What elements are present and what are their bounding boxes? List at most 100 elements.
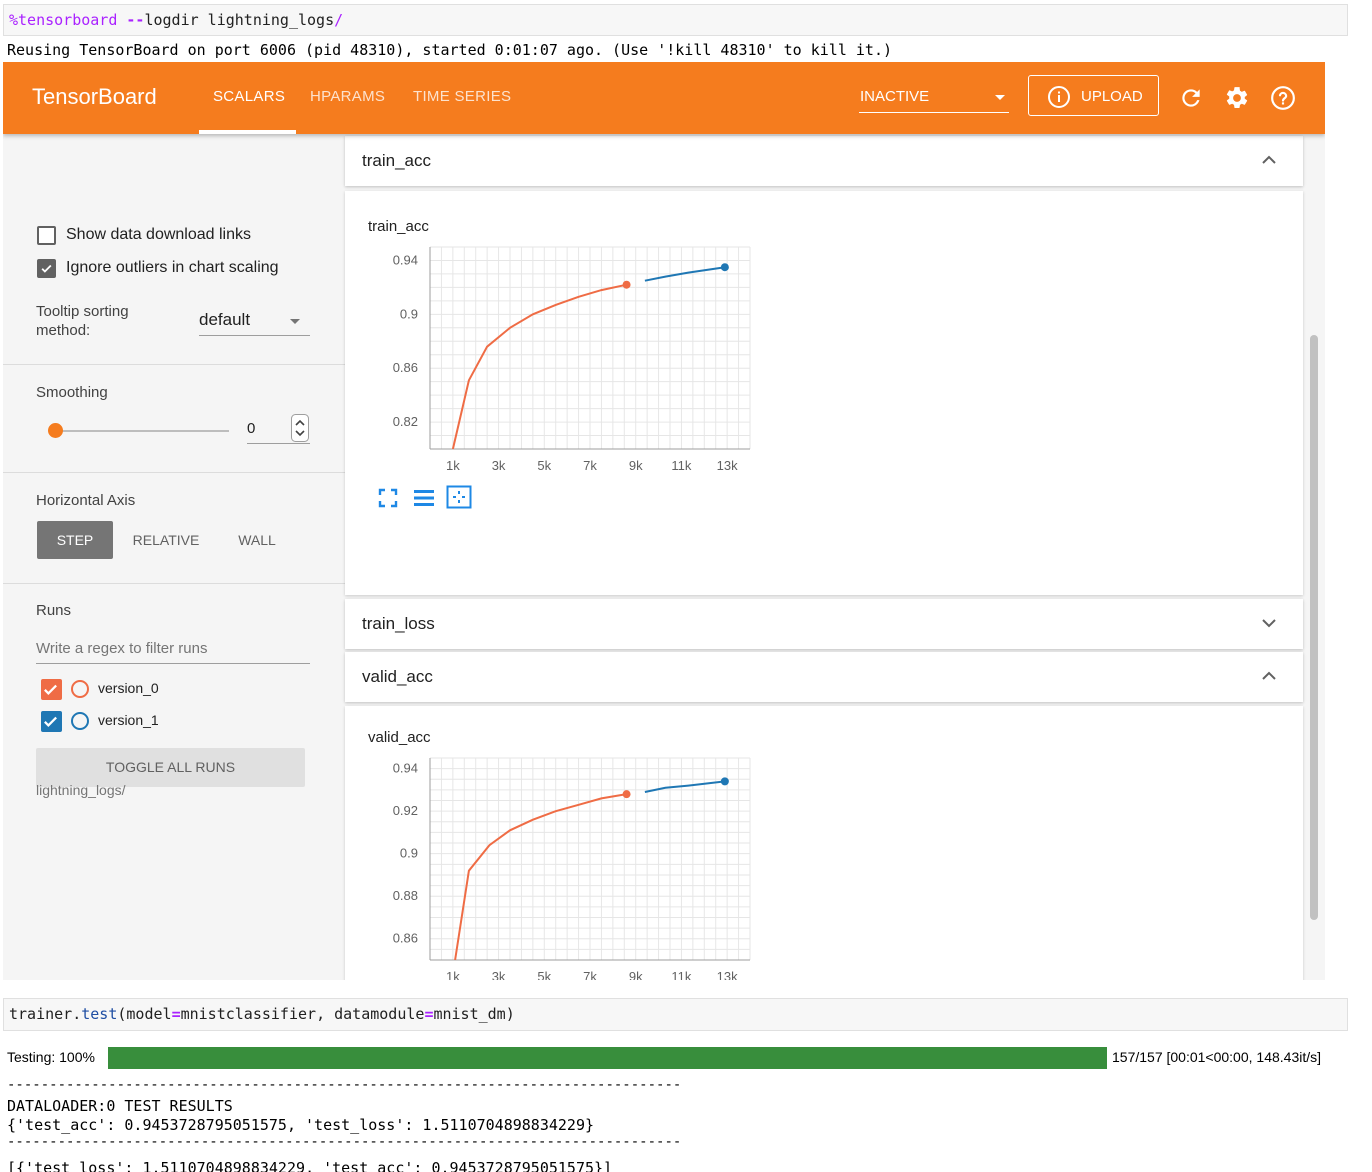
- tensorboard-frame: TensorBoard SCALARS HPARAMS TIME SERIES …: [3, 62, 1325, 980]
- axis-step-button[interactable]: STEP: [37, 521, 113, 559]
- testing-progress-stats: 157/157 [00:01<00:00, 148.43it/s]: [1112, 1049, 1322, 1065]
- code-kwarg-model: model: [126, 1005, 172, 1023]
- results-dict: {'test_acc': 0.9453728795051575, 'test_l…: [7, 1116, 594, 1134]
- chart-train-acc[interactable]: 1k 3k 5k 7k 9k 11k 13k 0.82 0.86 0.9 0.94: [375, 243, 765, 483]
- card-header-valid-acc[interactable]: valid_acc: [345, 652, 1303, 702]
- tab-scalars[interactable]: SCALARS: [213, 88, 285, 105]
- x-tick-label: 13k: [717, 458, 738, 473]
- command-args: logdir lightning_logs: [144, 11, 335, 29]
- sidebar-divider: [3, 472, 345, 473]
- fit-domain-icon[interactable]: [446, 485, 472, 509]
- run-color-swatch-version-0[interactable]: [71, 680, 89, 698]
- code-kwarg-datamodule: datamodule: [334, 1005, 425, 1023]
- inactive-plugins-select[interactable]: INACTIVE: [859, 86, 1009, 113]
- help-icon[interactable]: [1270, 85, 1296, 111]
- refresh-icon[interactable]: [1178, 85, 1204, 111]
- chevron-down-icon[interactable]: [1261, 617, 1277, 629]
- run-name-version-0: version_0: [98, 680, 159, 696]
- code-cell-trainer-test[interactable]: trainer.test(model=mnistclassifier, data…: [3, 998, 1348, 1031]
- results-list: [{'test_loss': 1.5110704898834229, 'test…: [7, 1159, 613, 1172]
- chevron-up-icon[interactable]: [1261, 670, 1277, 682]
- magic-command: %tensorboard: [9, 11, 118, 29]
- series-endpoint-version_1: [720, 263, 729, 272]
- chevron-down-icon: [995, 95, 1005, 100]
- sidebar-divider: [3, 364, 345, 365]
- y-tick-label: 0.94: [393, 761, 418, 776]
- axis-relative-button[interactable]: RELATIVE: [125, 521, 207, 559]
- chevron-up-icon[interactable]: [1261, 154, 1277, 166]
- x-tick-label: 7k: [583, 458, 597, 473]
- code-equals: =: [171, 1005, 181, 1023]
- upload-label: UPLOAD: [1081, 88, 1143, 105]
- x-tick-label: 9k: [629, 458, 643, 473]
- series-endpoint-version_0: [622, 280, 631, 289]
- smoothing-label: Smoothing: [36, 384, 108, 401]
- tooltip-sorting-label: Tooltip sorting: [36, 303, 129, 320]
- tensorboard-scrollbar[interactable]: [1310, 335, 1318, 920]
- card-title: train_loss: [362, 614, 435, 633]
- smoothing-slider-track[interactable]: [55, 430, 229, 432]
- inactive-select-value: INACTIVE: [860, 88, 930, 105]
- x-tick-label: 3k: [492, 458, 506, 473]
- results-heading: DATALOADER:0 TEST RESULTS: [7, 1097, 233, 1115]
- upload-button[interactable]: UPLOAD: [1028, 75, 1159, 116]
- testing-progress-bar: [108, 1047, 1107, 1069]
- x-tick-label: 5k: [537, 969, 551, 980]
- runs-filter-input[interactable]: [36, 634, 310, 664]
- card-header-train-loss[interactable]: train_loss: [345, 599, 1303, 649]
- tensorboard-output-message: Reusing TensorBoard on port 6006 (pid 48…: [7, 41, 893, 59]
- chart-card-train-acc: train_acc 1k 3k 5k 7k 9k 11k 13k 0.82 0.86 0.9 0.9…: [345, 191, 1303, 595]
- card-header-train-acc[interactable]: train_acc: [345, 136, 1303, 186]
- card-title: valid_acc: [362, 667, 433, 686]
- info-icon: [1048, 86, 1070, 108]
- tensorboard-brand: TensorBoard: [32, 84, 157, 109]
- stepper-arrows-icon[interactable]: [291, 414, 309, 442]
- tab-hparams[interactable]: HPARAMS: [310, 88, 385, 105]
- y-tick-label: 0.94: [393, 252, 418, 267]
- scalars-main: train_acc train_acc 1k 3k 5k 7k 9k 11k 13k 0.82…: [345, 134, 1325, 980]
- y-tick-label: 0.9: [400, 306, 418, 321]
- testing-progress-fill: [108, 1047, 1107, 1069]
- tab-time-series[interactable]: TIME SERIES: [413, 88, 511, 105]
- runs-label: Runs: [36, 602, 72, 619]
- chevron-down-icon: [290, 319, 300, 324]
- code-value-datamodule: mnist_dm: [433, 1005, 506, 1023]
- code-separator: ,: [316, 1005, 335, 1023]
- x-tick-label: 3k: [492, 969, 506, 980]
- tooltip-sorting-select[interactable]: default: [199, 308, 310, 336]
- run-checkbox-version-1[interactable]: [41, 711, 62, 732]
- ignore-outliers-checkbox[interactable]: [37, 259, 56, 278]
- run-checkbox-version-0[interactable]: [41, 679, 62, 700]
- check-icon: [44, 716, 57, 727]
- x-tick-label: 1k: [446, 458, 460, 473]
- tooltip-sorting-value: default: [199, 310, 251, 329]
- fullscreen-icon[interactable]: [377, 487, 399, 509]
- check-icon: [44, 684, 57, 695]
- show-download-links-label: Show data download links: [66, 226, 252, 243]
- results-rule: ----------------------------------------…: [7, 1077, 682, 1093]
- x-tick-label: 11k: [671, 458, 691, 473]
- sidebar-divider: [3, 583, 345, 584]
- smoothing-number-input[interactable]: 0: [247, 414, 310, 444]
- code-cell-tensorboard[interactable]: %tensorboard --logdir lightning_logs/: [3, 4, 1348, 36]
- code-dot: .: [72, 1005, 82, 1023]
- smoothing-slider-thumb[interactable]: [48, 423, 63, 438]
- testing-progress-label: Testing: 100%: [7, 1049, 95, 1065]
- show-download-links-checkbox[interactable]: [37, 226, 56, 245]
- smoothing-value: 0: [247, 420, 256, 437]
- x-tick-label: 9k: [629, 969, 643, 980]
- code-value-model: mnistclassifier: [180, 1005, 317, 1023]
- run-color-swatch-version-1[interactable]: [71, 712, 89, 730]
- y-tick-label: 0.9: [400, 846, 418, 861]
- ignore-outliers-label: Ignore outliers in chart scaling: [66, 259, 279, 276]
- check-icon: [41, 264, 52, 273]
- x-tick-label: 11k: [671, 969, 691, 980]
- x-tick-label: 13k: [717, 969, 738, 980]
- x-tick-label: 1k: [446, 969, 460, 980]
- gear-icon[interactable]: [1224, 85, 1250, 111]
- flag-dashes: --: [126, 11, 145, 29]
- axis-wall-button[interactable]: WALL: [225, 521, 289, 559]
- chart-title: valid_acc: [368, 729, 431, 746]
- chart-valid-acc[interactable]: 1k 3k 5k 7k 9k 11k 13k 0.86 0.88 0.9 0.92 0.94: [375, 754, 765, 980]
- data-list-icon[interactable]: [412, 487, 436, 509]
